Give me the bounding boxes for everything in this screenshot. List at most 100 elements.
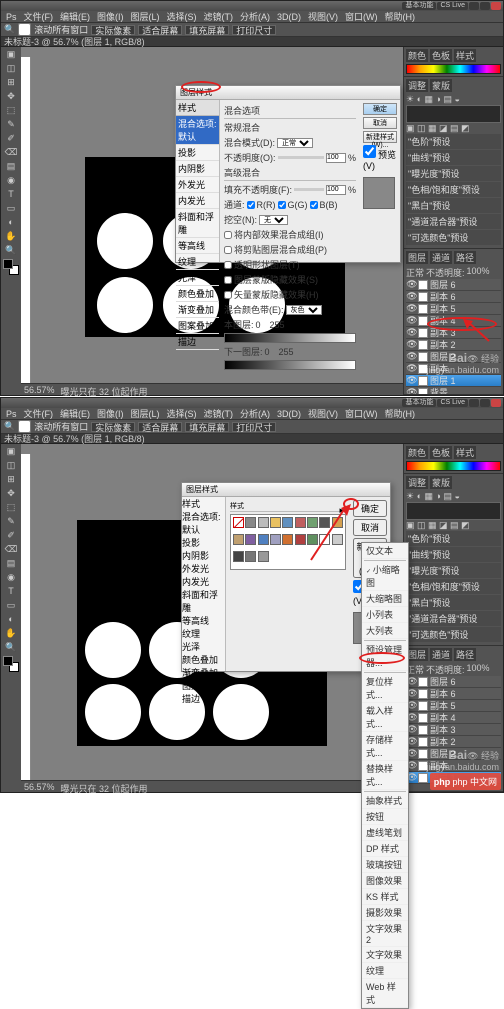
visibility-icon[interactable]: 👁 xyxy=(408,726,416,734)
visibility-icon[interactable]: 👁 xyxy=(408,774,416,782)
preset-hue[interactable]: "色相/饱和度"预设 xyxy=(406,579,501,594)
style-category-item[interactable]: 外发光 xyxy=(182,562,225,575)
tool-eyedropper[interactable]: ✎ xyxy=(2,117,20,131)
style-preset[interactable] xyxy=(270,534,281,545)
context-menu-item[interactable]: 小列表 xyxy=(362,607,408,623)
tab-paths[interactable]: 路径 xyxy=(454,251,476,264)
menu-analysis[interactable]: 分析(A) xyxy=(238,10,272,23)
menu-view[interactable]: 视图(V) xyxy=(306,10,340,23)
style-category-item[interactable]: 投影 xyxy=(176,145,219,161)
style-preset[interactable] xyxy=(258,551,269,562)
tab-adjust[interactable]: 调整 xyxy=(406,79,428,92)
tool-type[interactable]: T xyxy=(2,187,20,201)
visibility-icon[interactable]: 👁 xyxy=(408,281,416,289)
ok-button[interactable]: 确定 xyxy=(353,500,387,517)
context-menu-item[interactable]: 替换样式... xyxy=(362,761,408,790)
style-preset[interactable] xyxy=(270,517,281,528)
menu-image[interactable]: 图像(I) xyxy=(95,10,126,23)
adjust-icons[interactable]: ☀ ◐ ▦ ◑ ▤ ◒ xyxy=(406,94,501,105)
style-category-item[interactable]: 等高线 xyxy=(182,614,225,627)
tool-wand[interactable]: ✥ xyxy=(2,486,20,500)
color-ramp[interactable] xyxy=(406,64,501,74)
menu-analysis[interactable]: 分析(A) xyxy=(238,407,272,420)
fg-bg-swatches[interactable] xyxy=(3,259,19,275)
maximize-button[interactable] xyxy=(480,399,490,407)
new-style-button[interactable]: 新建样式(W)... xyxy=(363,131,397,143)
menu-window[interactable]: 窗口(W) xyxy=(343,10,380,23)
menu-select[interactable]: 选择(S) xyxy=(165,407,199,420)
preset-bw[interactable]: "黑白"预设 xyxy=(406,595,501,610)
color-ramp[interactable] xyxy=(406,461,501,471)
context-menu-item[interactable]: 大列表 xyxy=(362,623,408,639)
style-preset[interactable] xyxy=(258,534,269,545)
style-category-item[interactable]: 纹理 xyxy=(176,254,219,270)
style-preset[interactable] xyxy=(319,517,330,528)
close-button[interactable] xyxy=(491,2,501,10)
preset-curves[interactable]: "曲线"预设 xyxy=(406,150,501,165)
visibility-icon[interactable]: 👁 xyxy=(408,750,416,758)
context-menu-item[interactable]: KS 样式 xyxy=(362,889,408,905)
preset-mixer[interactable]: "通道混合器"预设 xyxy=(406,214,501,229)
menu-select[interactable]: 选择(S) xyxy=(165,10,199,23)
adjust-icons-2[interactable]: ▣ ◫ ▦ ◪ ▤ ◩ xyxy=(406,123,501,134)
tool-stamp[interactable]: ▤ xyxy=(2,556,20,570)
style-category-item[interactable]: 投影 xyxy=(182,536,225,549)
menu-window[interactable]: 窗口(W) xyxy=(343,407,380,420)
adjust-icons[interactable]: ☀ ◐ ▦ ◑ ▤ ◒ xyxy=(406,491,501,502)
menu-file[interactable]: 文件(F) xyxy=(22,407,56,420)
style-list-header[interactable]: 样式 xyxy=(182,497,225,510)
style-category-item[interactable]: 渐变叠加 xyxy=(182,666,225,679)
style-preset[interactable] xyxy=(307,534,318,545)
menu-edit[interactable]: 编辑(E) xyxy=(58,407,92,420)
style-preset[interactable] xyxy=(332,534,343,545)
style-category-item[interactable]: 描边 xyxy=(176,334,219,350)
menu-3d[interactable]: 3D(D) xyxy=(275,409,303,419)
style-category-item[interactable]: 外发光 xyxy=(176,177,219,193)
menu-layer[interactable]: 图层(L) xyxy=(129,10,162,23)
context-menu-item[interactable]: 虚线笔划 xyxy=(362,825,408,841)
preset-exposure[interactable]: "曝光度"预设 xyxy=(406,563,501,578)
tool-heal[interactable]: ✐ xyxy=(2,131,20,145)
visibility-icon[interactable]: 👁 xyxy=(408,305,416,313)
minimize-button[interactable] xyxy=(469,2,479,10)
tool-path[interactable]: ◐ xyxy=(2,612,20,626)
context-menu-item[interactable]: 文字效果 xyxy=(362,947,408,963)
tool-shape[interactable]: ▭ xyxy=(2,201,20,215)
cslive-button[interactable]: CS Live xyxy=(437,2,468,10)
menu-view[interactable]: 视图(V) xyxy=(306,407,340,420)
tool-path[interactable]: ◐ xyxy=(2,215,20,229)
menu-help[interactable]: 帮助(H) xyxy=(383,10,418,23)
tool-marquee[interactable]: ◫ xyxy=(2,61,20,75)
style-category-item[interactable]: 渐变叠加 xyxy=(176,302,219,318)
style-category-item[interactable]: 内阴影 xyxy=(176,161,219,177)
tool-lasso[interactable]: ⊞ xyxy=(2,75,20,89)
workspace-mode[interactable]: 基本功能 xyxy=(402,2,436,10)
tool-move[interactable]: ▣ xyxy=(2,444,20,458)
btn-fill[interactable]: 填充屏幕 xyxy=(185,422,229,432)
visibility-icon[interactable]: 👁 xyxy=(408,690,416,698)
context-menu-item[interactable]: 按钮 xyxy=(362,809,408,825)
menu-3d[interactable]: 3D(D) xyxy=(275,12,303,22)
adjust-icons-2[interactable]: ▣ ◫ ▦ ◪ ▤ ◩ xyxy=(406,520,501,531)
context-menu-item[interactable]: 小缩略图 xyxy=(362,562,408,591)
visibility-icon[interactable]: 👁 xyxy=(408,341,416,349)
tab-swatch[interactable]: 色板 xyxy=(430,49,452,62)
visibility-icon[interactable]: 👁 xyxy=(408,738,416,746)
tool-stamp[interactable]: ▤ xyxy=(2,159,20,173)
preset-exposure[interactable]: "曝光度"预设 xyxy=(406,166,501,181)
tool-brush[interactable]: ⌫ xyxy=(2,542,20,556)
visibility-icon[interactable]: 👁 xyxy=(408,329,416,337)
tool-move[interactable]: ▣ xyxy=(2,47,20,61)
btn-print[interactable]: 打印尺寸 xyxy=(232,422,276,432)
opacity-slider[interactable] xyxy=(278,156,324,159)
context-menu-item[interactable]: 纹理 xyxy=(362,963,408,979)
tool-eyedropper[interactable]: ✎ xyxy=(2,514,20,528)
adv-check[interactable] xyxy=(224,276,232,284)
channel-g[interactable] xyxy=(278,201,286,209)
style-none[interactable] xyxy=(233,517,244,528)
tab-color[interactable]: 颜色 xyxy=(406,446,428,459)
btn-fit[interactable]: 适合屏幕 xyxy=(138,422,182,432)
context-menu-item[interactable]: 摄影效果 xyxy=(362,905,408,921)
visibility-icon[interactable]: 👁 xyxy=(408,293,416,301)
knockout-select[interactable]: 无 xyxy=(259,215,288,225)
